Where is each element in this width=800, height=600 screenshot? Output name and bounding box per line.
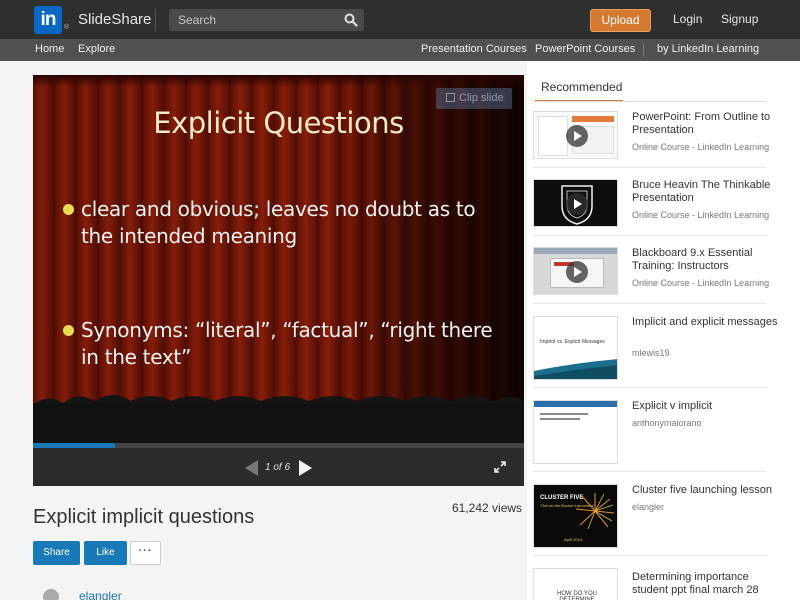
header-divider [155, 9, 156, 31]
nav-powerpoint-courses[interactable]: PowerPoint Courses [535, 43, 635, 55]
slide-viewport[interactable]: Clip slide Explicit Questions clear and … [33, 75, 524, 443]
fullscreen-icon[interactable] [494, 461, 506, 473]
thumbnail-text: Implicit vs. Explicit Messages [540, 339, 605, 345]
nav-divider [643, 43, 644, 57]
item-divider [533, 555, 766, 556]
recommended-subtitle: Online Course - LinkedIn Learning [632, 210, 770, 220]
video-thumbnail[interactable] [533, 179, 618, 227]
thumbnail-text: HOW DO YOU DETERMINE [557, 591, 597, 600]
tab-recommended[interactable]: Recommended [535, 80, 623, 102]
slide-bullet-line: Synonyms: “literal”, “factual”, “right t… [81, 318, 493, 342]
recommended-title[interactable]: Cluster five launching lesson [632, 484, 782, 497]
upload-button[interactable]: Upload [590, 9, 651, 32]
search-icon[interactable] [344, 13, 358, 27]
player-controls: 1 of 6 [33, 448, 524, 486]
recommended-subtitle: anthonymaiorano [632, 418, 702, 428]
recommended-subtitle: Online Course - LinkedIn Learning [632, 278, 770, 288]
brand-name[interactable]: SlideShare [78, 11, 151, 28]
recommended-subtitle: mlewis19 [632, 348, 670, 358]
item-divider [533, 235, 766, 236]
slide-bullet: Synonyms: “literal”, “factual”, “right t… [81, 317, 521, 371]
stage-floor [33, 403, 524, 443]
slide-bullet-line: in the text” [81, 345, 192, 369]
recommended-title[interactable]: Implicit and explicit messages [632, 316, 782, 329]
share-button[interactable]: Share [33, 541, 80, 565]
signup-link[interactable]: Signup [721, 12, 758, 26]
slide-thumbnail[interactable]: CLUSTER FIVE “Get on the Rocket Launcher… [533, 484, 618, 548]
slide-thumbnail[interactable]: Implicit vs. Explicit Messages [533, 316, 618, 380]
play-icon [566, 193, 588, 215]
previous-slide-icon[interactable] [245, 460, 258, 476]
login-link[interactable]: Login [673, 12, 702, 26]
slide-bullet-line: the intended meaning [81, 224, 297, 248]
recommended-subtitle: elangler [632, 502, 665, 512]
video-thumbnail[interactable] [533, 247, 618, 295]
bullet-dot [63, 204, 74, 215]
view-count: 61,242 views [452, 501, 523, 515]
main-content: Clip slide Explicit Questions clear and … [0, 61, 527, 600]
linkedin-logo-icon[interactable]: in [34, 6, 62, 34]
author-link[interactable]: elangler [79, 589, 122, 600]
search-box [169, 9, 364, 31]
nav-bar: Home Explore Presentation Courses PowerP… [0, 39, 800, 61]
document-title: Explicit implicit questions [33, 506, 255, 528]
slide-bullet-line: clear and obvious; leaves no doubt as to [81, 197, 476, 221]
slide-thumbnail[interactable]: HOW DO YOU DETERMINE [533, 568, 618, 600]
recommended-title[interactable]: PowerPoint: From Outline to Presentation [632, 111, 782, 137]
recommended-title[interactable]: Blackboard 9.x Essential Training: Instr… [632, 247, 782, 273]
recommended-title[interactable]: Explicit v implicit [632, 400, 782, 413]
recommended-title[interactable]: Determining importance student ppt final… [632, 571, 782, 597]
recommended-sidebar: Recommended PowerPoint: From Outline to … [527, 61, 800, 600]
item-divider [533, 387, 766, 388]
like-button[interactable]: Like [84, 541, 127, 565]
bullet-dot [63, 325, 74, 336]
slide-thumbnail[interactable] [533, 400, 618, 464]
avatar[interactable] [43, 589, 59, 600]
top-bar: in ® SlideShare Upload Login Signup [0, 0, 800, 39]
search-input[interactable] [169, 9, 339, 31]
item-divider [533, 471, 766, 472]
play-icon [566, 261, 588, 283]
clip-slide-label: Clip slide [459, 92, 504, 104]
next-slide-icon[interactable] [299, 460, 312, 476]
thumbnail-text: April 2013 [564, 537, 583, 542]
recommended-subtitle: Online Course - LinkedIn Learning [632, 142, 770, 152]
clip-icon [446, 93, 455, 102]
page-indicator: 1 of 6 [265, 462, 291, 473]
item-divider [533, 303, 766, 304]
tab-underline [535, 101, 766, 102]
slide-player: Clip slide Explicit Questions clear and … [33, 75, 524, 486]
registered-mark: ® [64, 24, 70, 31]
nav-home[interactable]: Home [35, 43, 64, 55]
slide-title: Explicit Questions [153, 106, 404, 140]
recommended-title[interactable]: Bruce Heavin The Thinkable Presentation [632, 179, 782, 205]
video-thumbnail[interactable] [533, 111, 618, 159]
nav-linkedin-learning[interactable]: by LinkedIn Learning [657, 43, 759, 55]
nav-explore[interactable]: Explore [78, 43, 115, 55]
item-divider [533, 167, 766, 168]
slide-bullet: clear and obvious; leaves no doubt as to… [81, 196, 521, 250]
nav-presentation-courses[interactable]: Presentation Courses [421, 43, 527, 55]
play-icon [566, 125, 588, 147]
more-options-button[interactable]: ··· [130, 541, 161, 565]
